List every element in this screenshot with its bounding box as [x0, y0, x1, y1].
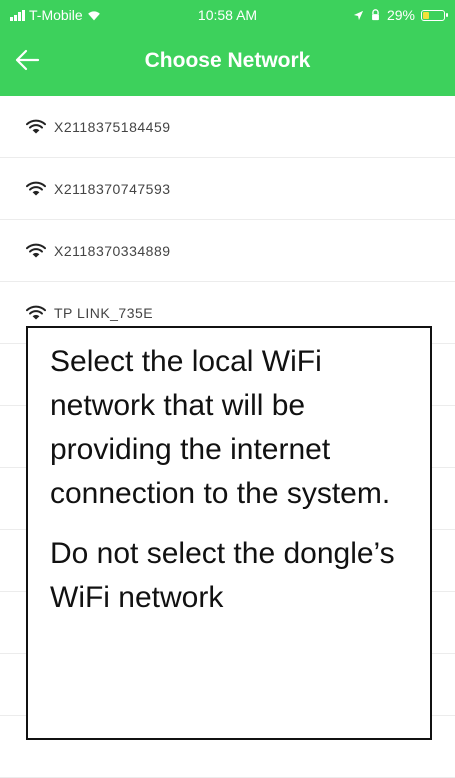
- callout-paragraph-1: Select the local WiFi network that will …: [50, 345, 391, 510]
- location-arrow-icon: [353, 10, 364, 20]
- app-header: T-Mobile 10:58 AM 29% Choose Network: [0, 0, 455, 96]
- callout-paragraph-2: Do not select the dongle’s WiFi network: [50, 537, 395, 614]
- wifi-icon: [26, 119, 46, 133]
- network-name: TP LINK_735E: [54, 304, 154, 321]
- network-row[interactable]: X2118375184459: [0, 96, 455, 158]
- wifi-icon: [26, 305, 46, 319]
- status-bar: T-Mobile 10:58 AM 29%: [0, 0, 455, 30]
- network-row[interactable]: X2118370747593: [0, 158, 455, 220]
- lock-icon: [372, 9, 379, 21]
- page-title: Choose Network: [144, 49, 311, 72]
- battery-icon: [421, 9, 448, 21]
- wifi-icon: [26, 243, 46, 257]
- status-right: 29%: [353, 7, 448, 23]
- network-name: X2118370334889: [54, 242, 171, 259]
- network-name: X2118375184459: [54, 118, 171, 135]
- network-name: X2118370747593: [54, 180, 171, 197]
- network-row[interactable]: X2118370334889: [0, 220, 455, 282]
- wifi-icon: [26, 181, 46, 195]
- battery-percent: 29%: [386, 7, 415, 23]
- instruction-callout: Select the local WiFi network that will …: [26, 326, 432, 740]
